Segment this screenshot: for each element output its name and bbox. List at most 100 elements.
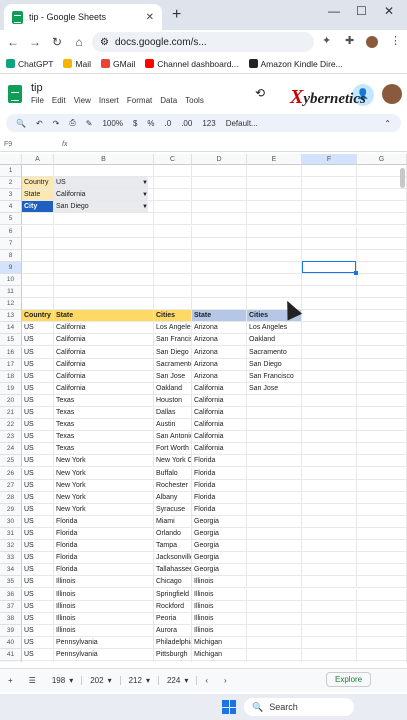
- grid-cell[interactable]: [54, 273, 154, 286]
- table-cell[interactable]: Dallas: [154, 407, 192, 419]
- grid-cell[interactable]: [302, 576, 357, 589]
- grid-cell[interactable]: [192, 273, 247, 286]
- grid-cell[interactable]: [357, 346, 407, 359]
- grid-cell[interactable]: [302, 636, 357, 649]
- sheet-tab[interactable]: 224 ▾: [159, 676, 198, 685]
- grid-cell[interactable]: [247, 431, 302, 444]
- explore-button[interactable]: Explore: [326, 672, 372, 687]
- grid-cell[interactable]: [247, 407, 302, 419]
- chevron-down-icon[interactable]: ▼: [140, 201, 150, 213]
- menu-item-tools[interactable]: Tools: [185, 96, 204, 105]
- table-cell[interactable]: US: [22, 528, 54, 540]
- site-info-icon[interactable]: ⚙: [100, 37, 109, 48]
- table-cell[interactable]: Sacramento: [247, 346, 302, 359]
- grid-cell[interactable]: [154, 273, 192, 286]
- grid-cell[interactable]: [247, 576, 302, 589]
- table-cell[interactable]: Texas: [54, 419, 154, 432]
- table-cell[interactable]: Florida: [54, 552, 154, 565]
- row-header[interactable]: 41: [0, 649, 22, 661]
- grid-cell[interactable]: [302, 503, 357, 516]
- more-menu-icon[interactable]: ⋮: [390, 34, 401, 47]
- bookmark-item[interactable]: ChatGPT: [6, 59, 53, 69]
- grid-cell[interactable]: [247, 649, 302, 661]
- table-cell[interactable]: Illinois: [192, 588, 247, 601]
- table-cell[interactable]: US: [22, 552, 54, 565]
- grid-cell[interactable]: [302, 455, 357, 468]
- table-cell[interactable]: Illinois: [192, 576, 247, 589]
- increase-decimal-button[interactable]: .00: [181, 119, 192, 128]
- grid-cell[interactable]: [357, 515, 407, 528]
- column-header[interactable]: E: [247, 154, 302, 165]
- zoom-select[interactable]: 100%: [102, 119, 122, 128]
- grid-cell[interactable]: [54, 249, 154, 262]
- table-cell[interactable]: Florida: [192, 503, 247, 516]
- grid-cell[interactable]: [54, 165, 154, 177]
- table-cell[interactable]: Florida: [54, 564, 154, 577]
- add-sheet-icon[interactable]: +: [8, 676, 13, 685]
- table-cell[interactable]: Rockford: [154, 600, 192, 613]
- table-cell[interactable]: Los Angeles: [154, 322, 192, 335]
- grid-cell[interactable]: [154, 661, 192, 662]
- column-header[interactable]: A: [22, 154, 54, 165]
- row-header[interactable]: 25: [0, 455, 22, 468]
- row-header[interactable]: 38: [0, 612, 22, 625]
- grid-cell[interactable]: [302, 479, 357, 492]
- row-header[interactable]: 2: [0, 177, 22, 190]
- grid-cell[interactable]: [247, 515, 302, 528]
- table-cell[interactable]: Springfield: [154, 588, 192, 601]
- grid-cell[interactable]: [247, 419, 302, 432]
- grid-cell[interactable]: [192, 298, 247, 311]
- table-cell[interactable]: Florida: [192, 491, 247, 504]
- grid-cell[interactable]: [247, 261, 302, 274]
- grid-cell[interactable]: [247, 528, 302, 540]
- grid-cell[interactable]: [192, 177, 247, 190]
- table-cell[interactable]: Illinois: [192, 612, 247, 625]
- grid-cell[interactable]: [357, 286, 407, 298]
- table-cell[interactable]: San Antonio: [154, 431, 192, 444]
- grid-cell[interactable]: [154, 225, 192, 238]
- grid-cell[interactable]: [302, 358, 357, 371]
- table-cell[interactable]: New York: [54, 479, 154, 492]
- grid-cell[interactable]: [247, 165, 302, 177]
- table-cell[interactable]: Florida: [54, 528, 154, 540]
- grid-cell[interactable]: [302, 310, 357, 323]
- row-header[interactable]: 12: [0, 298, 22, 311]
- grid-cell[interactable]: [302, 394, 357, 407]
- dropdown-chip[interactable]: US: [54, 177, 148, 190]
- grid-cell[interactable]: [357, 382, 407, 395]
- table-cell[interactable]: Illinois: [192, 624, 247, 637]
- table-cell[interactable]: US: [22, 455, 54, 468]
- selected-cell-f9[interactable]: [302, 261, 358, 275]
- row-header[interactable]: 35: [0, 576, 22, 589]
- grid-cell[interactable]: [22, 261, 54, 274]
- grid-cell[interactable]: [247, 661, 302, 662]
- grid-cell[interactable]: [247, 479, 302, 492]
- table-cell[interactable]: Illinois: [54, 612, 154, 625]
- grid-cell[interactable]: [22, 237, 54, 250]
- table-cell[interactable]: Buffalo: [154, 467, 192, 480]
- grid-cell[interactable]: [302, 600, 357, 613]
- table-cell[interactable]: Oakland: [247, 334, 302, 347]
- home-icon[interactable]: ⌂: [70, 35, 88, 49]
- grid-cell[interactable]: [54, 237, 154, 250]
- row-header[interactable]: 30: [0, 515, 22, 528]
- grid-cell[interactable]: [192, 661, 247, 662]
- row-header[interactable]: 16: [0, 346, 22, 359]
- grid-cell[interactable]: [357, 624, 407, 637]
- table-cell[interactable]: US: [22, 479, 54, 492]
- grid-cell[interactable]: [302, 431, 357, 444]
- grid-cell[interactable]: [247, 503, 302, 516]
- grid-cell[interactable]: [302, 189, 357, 202]
- grid-cell[interactable]: [357, 443, 407, 456]
- table-cell[interactable]: Georgia: [192, 540, 247, 553]
- grid-cell[interactable]: [192, 261, 247, 274]
- grid-cell[interactable]: [302, 552, 357, 565]
- grid-cell[interactable]: [247, 225, 302, 238]
- table-cell[interactable]: Austin: [154, 419, 192, 432]
- table-cell[interactable]: US: [22, 636, 54, 649]
- table-cell[interactable]: Syracuse: [154, 503, 192, 516]
- grid-cell[interactable]: [357, 600, 407, 613]
- table-cell[interactable]: Arizona: [192, 358, 247, 371]
- table-cell[interactable]: California: [54, 322, 154, 335]
- grid-cell[interactable]: [302, 467, 357, 480]
